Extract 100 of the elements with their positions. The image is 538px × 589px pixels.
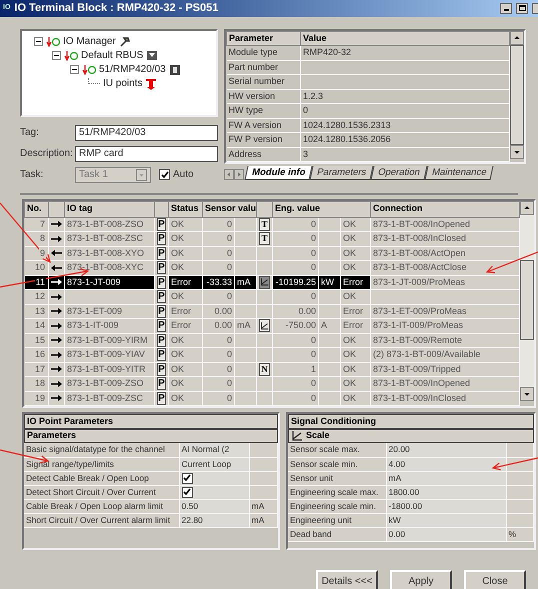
table-cell: OK xyxy=(168,217,202,232)
dialog-button[interactable]: Close xyxy=(464,570,526,589)
table-cell: 873-1-BT-008-ZSO xyxy=(64,217,154,232)
scale-button[interactable] xyxy=(259,276,270,289)
scroll-down-icon[interactable] xyxy=(510,144,524,158)
table-cell: Error xyxy=(168,275,202,290)
table-cell: Address xyxy=(226,147,300,162)
table-cell: Sensor unit xyxy=(288,471,386,485)
tab[interactable]: Module info xyxy=(244,166,313,180)
table-row[interactable]: 14 873-1-IT-009 P Error 0.00 mA -750.00 A Error 873-1-IT-009/ProMeas xyxy=(24,318,520,333)
table-cell: 0 xyxy=(202,391,234,406)
parameter-button[interactable]: P xyxy=(157,362,166,376)
tree-item[interactable]: 51/RMP420/03 xyxy=(99,62,166,77)
table-row[interactable]: 17 873-1-BT-009-YITR P OK 0 N 1 OK 873-1-BT-009/Tripped xyxy=(24,362,520,376)
maximize-icon[interactable] xyxy=(516,2,528,14)
table-cell: 873-1-BT-009/Tripped xyxy=(370,362,520,376)
table-cell: HW type xyxy=(226,104,300,118)
table-row[interactable]: 12 P OK 0 0 OK xyxy=(24,290,520,304)
table-cell: OK xyxy=(168,232,202,246)
table-cell: Error xyxy=(168,318,202,333)
row-number: 9 xyxy=(38,248,46,258)
column-header: No. xyxy=(24,201,48,217)
table-row[interactable]: 7 873-1-BT-008-ZSO P OK 0 T 0 OK 873-1-BT-008/InOpened xyxy=(24,217,520,232)
status-arrow-icon xyxy=(64,50,78,60)
table-row[interactable]: 18 873-1-BT-009-ZSO P OK 0 0 OK 873-1-BT-009/InOpened xyxy=(24,376,520,391)
scale-button[interactable] xyxy=(259,319,270,332)
parameter-button[interactable]: P xyxy=(157,218,166,231)
table-row[interactable]: 10 873-1-BT-008-XYC P OK 0 0 OK 873-1-BT-008/ActClose xyxy=(24,260,520,275)
table-cell: Error xyxy=(168,304,202,318)
parameter-button[interactable]: P xyxy=(157,319,166,332)
table-row[interactable]: 13 873-1-ET-009 P Error 0.00 0.00 Error 873-1-ET-009/ProMeas xyxy=(24,304,520,318)
scrollbar[interactable] xyxy=(520,200,534,400)
table-row[interactable]: 15 873-1-BT-009-YIRM P OK 0 0 OK 873-1-BT-009/Remote xyxy=(24,333,520,348)
parameter-button[interactable]: P xyxy=(157,276,166,289)
collapse-icon[interactable] xyxy=(70,65,79,74)
tab-scroll-left-icon[interactable] xyxy=(224,169,234,180)
tree-item[interactable]: IO Manager xyxy=(63,34,116,49)
scroll-up-icon[interactable] xyxy=(510,30,524,44)
table-row[interactable]: 9 873-1-BT-008-XYO P OK 0 0 OK 873-1-BT-008/ActOpen xyxy=(24,246,520,260)
minimize-icon[interactable] xyxy=(500,2,512,14)
dialog-button[interactable]: Apply xyxy=(390,570,452,589)
description-field[interactable]: RMP card xyxy=(75,146,218,162)
parameter-button[interactable]: P xyxy=(157,261,166,274)
collapse-icon[interactable] xyxy=(34,37,43,46)
tab[interactable]: Parameters xyxy=(310,166,374,180)
table-cell: Engineering unit xyxy=(288,513,386,527)
scrollbar[interactable] xyxy=(510,30,524,158)
parameter-button[interactable]: P xyxy=(157,304,166,318)
table-row[interactable]: 11 873-1-JT-009 P Error -33.33 mA -10199.25 kW Error 873-1-JT-009/ProMeas xyxy=(24,275,520,290)
table-cell: 1 xyxy=(272,362,318,376)
flag-button[interactable]: T xyxy=(259,218,270,231)
tab[interactable]: Operation xyxy=(370,166,428,180)
tab-scroll-right-icon[interactable] xyxy=(234,169,244,180)
checkbox-label: Auto xyxy=(173,168,194,182)
table-cell: Cable Break / Open Loop alarm limit xyxy=(24,499,179,513)
table-cell: 873-1-JT-009/ProMeas xyxy=(370,275,520,290)
device-icon xyxy=(146,50,158,62)
scroll-up-icon[interactable] xyxy=(520,200,534,214)
parameter-button[interactable]: P xyxy=(157,290,166,304)
parameter-button[interactable]: P xyxy=(157,334,166,347)
table-cell: OK xyxy=(340,246,370,260)
table-cell: RMP420-32 xyxy=(300,46,510,60)
checkbox[interactable] xyxy=(159,169,170,180)
checkbox[interactable] xyxy=(182,486,192,498)
table-cell: 873-1-BT-008-XYO xyxy=(64,246,154,260)
table-cell: -33.33 xyxy=(202,275,234,290)
table-row[interactable]: 19 873-1-BT-009-ZSC P OK 0 0 OK 873-1-BT-009/InClosed xyxy=(24,391,520,406)
table-cell: 0 xyxy=(272,376,318,391)
flag-button[interactable]: T xyxy=(259,232,270,246)
parameter-button[interactable]: P xyxy=(157,348,166,362)
tab[interactable]: Maintenance xyxy=(424,166,494,180)
flag-button[interactable]: N xyxy=(259,362,270,376)
window-title: IO Terminal Block : RMP420-32 - PS051 xyxy=(14,1,218,16)
table-cell: HW version xyxy=(226,89,300,104)
tree-item[interactable]: IU points xyxy=(103,76,142,91)
parameter-button[interactable]: P xyxy=(157,246,166,260)
scroll-thumb[interactable] xyxy=(520,260,534,340)
table-cell: OK xyxy=(168,260,202,275)
scroll-down-icon[interactable] xyxy=(520,386,534,400)
tag-field[interactable]: 51/RMP420/03 xyxy=(75,124,218,140)
table-row[interactable]: 16 873-1-BT-009-YIAV P OK 0 0 OK (2) 873-1-BT-009/Available xyxy=(24,348,520,362)
panel-title: Signal Conditioning xyxy=(288,414,534,429)
close-icon[interactable] xyxy=(532,2,538,14)
table-cell: 0 xyxy=(272,290,318,304)
parameter-button[interactable]: P xyxy=(157,392,166,405)
row-number: 12 xyxy=(34,291,46,301)
tree-item[interactable]: Default RBUS xyxy=(81,48,144,63)
checkbox[interactable] xyxy=(182,472,192,484)
parameter-button[interactable]: P xyxy=(157,377,166,390)
dialog-button[interactable]: Details <<< xyxy=(316,570,378,589)
table-cell: 873-1-ET-009 xyxy=(64,304,154,318)
collapse-icon[interactable] xyxy=(52,51,61,60)
parameter-button[interactable]: P xyxy=(157,232,166,246)
table-cell: Signal range/type/limits xyxy=(24,457,179,471)
table-cell: Part number xyxy=(226,60,300,74)
table-cell: 0 xyxy=(272,260,318,275)
column-header: Sensor valu xyxy=(202,201,256,217)
scroll-thumb[interactable] xyxy=(510,44,524,144)
table-cell: 873-1-BT-009/InClosed xyxy=(370,391,520,406)
table-row[interactable]: 8 873-1-BT-008-ZSC P OK 0 T 0 OK 873-1-BT-008/InClosed xyxy=(24,232,520,246)
